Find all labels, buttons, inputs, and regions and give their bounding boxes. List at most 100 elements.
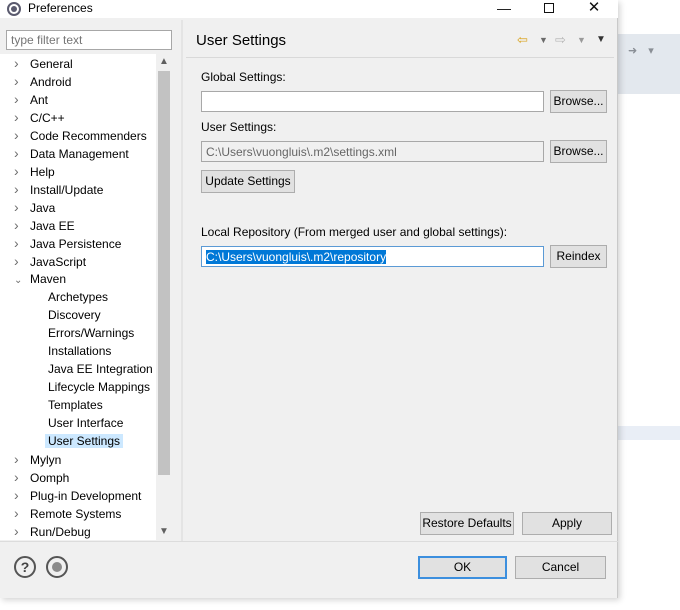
tree-item-label: Installations — [48, 344, 112, 358]
tree-category[interactable]: › Java EE — [14, 216, 75, 234]
tree-category[interactable]: › Remote Systems — [14, 504, 121, 522]
chevron-right-icon[interactable]: › — [14, 162, 30, 180]
tree-item-label: Install/Update — [30, 183, 104, 197]
tree-category[interactable]: › Mylyn — [14, 450, 61, 468]
tree-subitem[interactable]: Java EE Integration — [48, 360, 153, 378]
chevron-right-icon[interactable]: › — [14, 450, 30, 468]
tree-subitem[interactable]: User Settings — [45, 432, 124, 450]
help-icon[interactable]: ? — [14, 556, 36, 578]
chevron-down-icon[interactable]: ⌄ — [14, 272, 30, 290]
chevron-right-icon[interactable]: › — [14, 108, 30, 126]
chevron-right-icon[interactable]: › — [14, 468, 30, 486]
tree-item-label: Mylyn — [30, 453, 62, 467]
tree-category[interactable]: › C/C++ — [14, 108, 65, 126]
window-title: Preferences — [28, 1, 93, 15]
tree-item-label: Maven — [30, 272, 67, 286]
tree-subitem[interactable]: User Interface — [48, 414, 123, 432]
tree-category[interactable]: › General — [14, 54, 73, 72]
tree-subitem[interactable]: Errors/Warnings — [48, 324, 134, 342]
tree-item-label: Data Management — [30, 147, 129, 161]
preferences-tree[interactable]: › General › Android › Ant › C/C++ › Code Recommen… — [0, 54, 156, 540]
import-export-icon[interactable] — [46, 556, 68, 578]
view-menu-icon[interactable]: ▼ — [596, 34, 606, 45]
global-settings-field[interactable] — [201, 91, 544, 112]
tree-item-label: General — [30, 57, 73, 71]
page-title: User Settings — [196, 32, 287, 49]
chevron-right-icon[interactable]: › — [14, 54, 30, 72]
tree-category[interactable]: › Java — [14, 198, 55, 216]
close-button[interactable]: ✕ — [572, 0, 616, 17]
global-browse-button[interactable]: Browse... — [550, 90, 607, 113]
tree-item-label: User Interface — [48, 416, 124, 430]
tree-item-label: Java EE Integration — [48, 362, 153, 376]
chevron-right-icon[interactable]: › — [14, 72, 30, 90]
scroll-thumb[interactable] — [158, 71, 170, 475]
cancel-button[interactable]: Cancel — [515, 556, 606, 579]
tree-item-label: Archetypes — [48, 290, 109, 304]
chevron-right-icon[interactable]: › — [14, 180, 30, 198]
reindex-button[interactable]: Reindex — [550, 245, 607, 268]
background-toolbar-icons: ➜ ▾ — [628, 45, 658, 57]
local-repository-field[interactable]: C:\Users\vuongluis\.m2\repository — [201, 246, 544, 267]
tree-category[interactable]: › Oomph — [14, 468, 69, 486]
restore-defaults-button[interactable]: Restore Defaults — [420, 512, 514, 535]
tree-item-label: Java EE — [30, 219, 75, 233]
chevron-right-icon[interactable]: › — [14, 198, 30, 216]
tree-category[interactable]: › JavaScript — [14, 252, 86, 270]
tree-item-label: C/C++ — [30, 111, 65, 125]
tree-item-label: Java Persistence — [30, 237, 122, 251]
maximize-icon — [544, 3, 554, 13]
tree-item-label: Discovery — [48, 308, 101, 322]
chevron-right-icon[interactable]: › — [14, 504, 30, 522]
back-menu-chevron-icon[interactable]: ▼ — [539, 35, 548, 45]
tree-category[interactable]: › Android — [14, 72, 71, 90]
tree-category[interactable]: › Code Recommenders — [14, 126, 147, 144]
maximize-button[interactable] — [527, 0, 571, 17]
tree-subitem[interactable]: Templates — [48, 396, 103, 414]
chevron-right-icon[interactable]: › — [14, 126, 30, 144]
tree-item-label: Oomph — [30, 471, 70, 485]
tree-item-label: Plug-in Development — [30, 489, 142, 503]
tree-category[interactable]: › Run/Debug — [14, 522, 91, 540]
history-navigation: ⇦ ▼ ⇨ ▼ ▼ — [517, 32, 613, 50]
tree-category[interactable]: ⌄ Maven — [14, 270, 66, 288]
chevron-right-icon[interactable]: › — [14, 522, 30, 540]
tree-item-label: Templates — [48, 398, 103, 412]
tree-item-label: Code Recommenders — [30, 129, 147, 143]
update-settings-button[interactable]: Update Settings — [201, 170, 295, 193]
ok-button[interactable]: OK — [418, 556, 507, 579]
user-settings-label: User Settings: — [201, 120, 277, 134]
tree-subitem[interactable]: Lifecycle Mappings — [48, 378, 150, 396]
tree-category[interactable]: › Plug-in Development — [14, 486, 141, 504]
local-repository-label: Local Repository (From merged user and g… — [201, 225, 508, 239]
chevron-right-icon[interactable]: › — [14, 216, 30, 234]
minimize-button[interactable]: — — [482, 0, 526, 17]
apply-button[interactable]: Apply — [522, 512, 612, 535]
chevron-right-icon[interactable]: › — [14, 144, 30, 162]
scroll-down-icon[interactable]: ▼ — [156, 524, 172, 540]
tree-subitem[interactable]: Discovery — [48, 306, 101, 324]
global-settings-label: Global Settings: — [201, 70, 286, 84]
panel-divider[interactable] — [181, 20, 183, 542]
user-browse-button[interactable]: Browse... — [550, 140, 607, 163]
tree-subitem[interactable]: Archetypes — [48, 288, 108, 306]
tree-category[interactable]: › Help — [14, 162, 55, 180]
tree-category[interactable]: › Install/Update — [14, 180, 103, 198]
chevron-right-icon[interactable]: › — [14, 90, 30, 108]
tree-category[interactable]: › Java Persistence — [14, 234, 121, 252]
chevron-right-icon[interactable]: › — [14, 486, 30, 504]
tree-category[interactable]: › Ant — [14, 90, 48, 108]
tree-subitem[interactable]: Installations — [48, 342, 111, 360]
forward-arrow-icon[interactable]: ⇨ — [555, 32, 566, 48]
chevron-right-icon[interactable]: › — [14, 252, 30, 270]
back-arrow-icon[interactable]: ⇦ — [517, 32, 528, 48]
forward-menu-chevron-icon[interactable]: ▼ — [577, 35, 586, 45]
filter-input[interactable] — [6, 30, 172, 50]
tree-scrollbar[interactable]: ▲ ▼ — [156, 54, 172, 540]
scroll-up-icon[interactable]: ▲ — [156, 54, 172, 70]
background-window-toolbar: ➜ ▾ — [618, 34, 680, 94]
user-settings-field[interactable] — [201, 141, 544, 162]
tree-category[interactable]: › Data Management — [14, 144, 129, 162]
tree-item-label: Lifecycle Mappings — [48, 380, 151, 394]
chevron-right-icon[interactable]: › — [14, 234, 30, 252]
